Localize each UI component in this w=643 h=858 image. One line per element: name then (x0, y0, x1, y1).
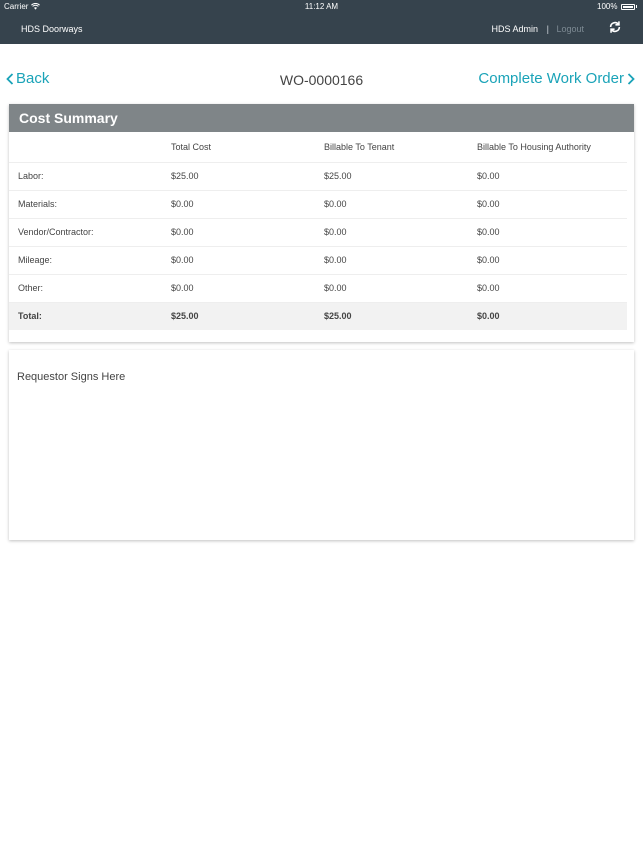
cell-billable-authority: $0.00 (468, 273, 627, 302)
signature-label: Requestor Signs Here (17, 371, 126, 383)
total-label: Total: (9, 301, 162, 330)
row-label: Other: (9, 273, 162, 302)
row-label: Vendor/Contractor: (9, 217, 162, 246)
app-bar: HDS Doorways HDS Admin | Logout (0, 18, 643, 40)
cell-billable-authority: $0.00 (468, 217, 627, 246)
total-row: Total: $25.00 $25.00 $0.00 (9, 301, 627, 330)
row-label: Mileage: (9, 245, 162, 274)
cell-billable-authority: $0.00 (468, 161, 627, 190)
clock: 11:12 AM (304, 2, 339, 11)
complete-label: Complete Work Order (478, 70, 624, 87)
user-name: HDS Admin (491, 24, 538, 34)
top-bar: Carrier 11:12 AM 100% HDS Doorways HDS A… (0, 0, 643, 44)
signature-pad[interactable]: Requestor Signs Here (9, 350, 634, 540)
cell-billable-tenant: $0.00 (315, 189, 468, 218)
chevron-right-icon (627, 72, 635, 85)
cell-billable-tenant: $0.00 (315, 245, 468, 274)
status-bar: Carrier 11:12 AM 100% (0, 0, 643, 14)
table-row: Other: $0.00 $0.00 $0.00 (9, 273, 627, 302)
user-separator: | (546, 24, 549, 34)
cell-total-cost: $0.00 (162, 189, 315, 218)
cell-total-cost: $0.00 (162, 217, 315, 246)
cell-total-cost: $25.00 (162, 161, 315, 190)
cell-billable-authority: $0.00 (468, 245, 627, 274)
column-header (9, 132, 162, 162)
column-header-total-cost: Total Cost (171, 141, 212, 152)
total-billable-authority: $0.00 (468, 301, 627, 330)
app-title: HDS Doorways (21, 24, 83, 34)
table-row: Materials: $0.00 $0.00 $0.00 (9, 189, 627, 218)
cell-billable-tenant: $0.00 (315, 273, 468, 302)
row-label: Labor: (9, 161, 162, 190)
cell-total-cost: $0.00 (162, 273, 315, 302)
battery-indicator: 100% (597, 2, 637, 11)
column-header-billable-authority: Billable To Housing Authority (477, 141, 591, 152)
table-row: Vendor/Contractor: $0.00 $0.00 $0.00 (9, 217, 627, 246)
table-header-row: Total Cost Billable To Tenant Billable T… (9, 132, 627, 162)
row-label: Materials: (9, 189, 162, 218)
table-row: Labor: $25.00 $25.00 $0.00 (9, 161, 627, 190)
cost-summary-card: Cost Summary Total Cost Billable To Tena… (9, 104, 634, 342)
logout-link[interactable]: Logout (556, 24, 584, 34)
cell-billable-tenant: $0.00 (315, 217, 468, 246)
navigation-row: Back WO-0000166 Complete Work Order (0, 60, 643, 100)
total-cost: $25.00 (162, 301, 315, 330)
battery-icon (620, 3, 635, 10)
cell-billable-authority: $0.00 (468, 189, 627, 218)
table-row: Mileage: $0.00 $0.00 $0.00 (9, 245, 627, 274)
cost-table: Total Cost Billable To Tenant Billable T… (9, 132, 627, 330)
cost-summary-title: Cost Summary (9, 104, 634, 132)
cell-total-cost: $0.00 (162, 245, 315, 274)
total-billable-tenant: $25.00 (315, 301, 468, 330)
column-header-billable-tenant: Billable To Tenant (324, 141, 395, 152)
cell-billable-tenant: $25.00 (315, 161, 468, 190)
refresh-icon[interactable] (608, 20, 622, 34)
battery-percent: 100% (597, 2, 618, 11)
complete-work-order-button[interactable]: Complete Work Order (478, 70, 635, 87)
